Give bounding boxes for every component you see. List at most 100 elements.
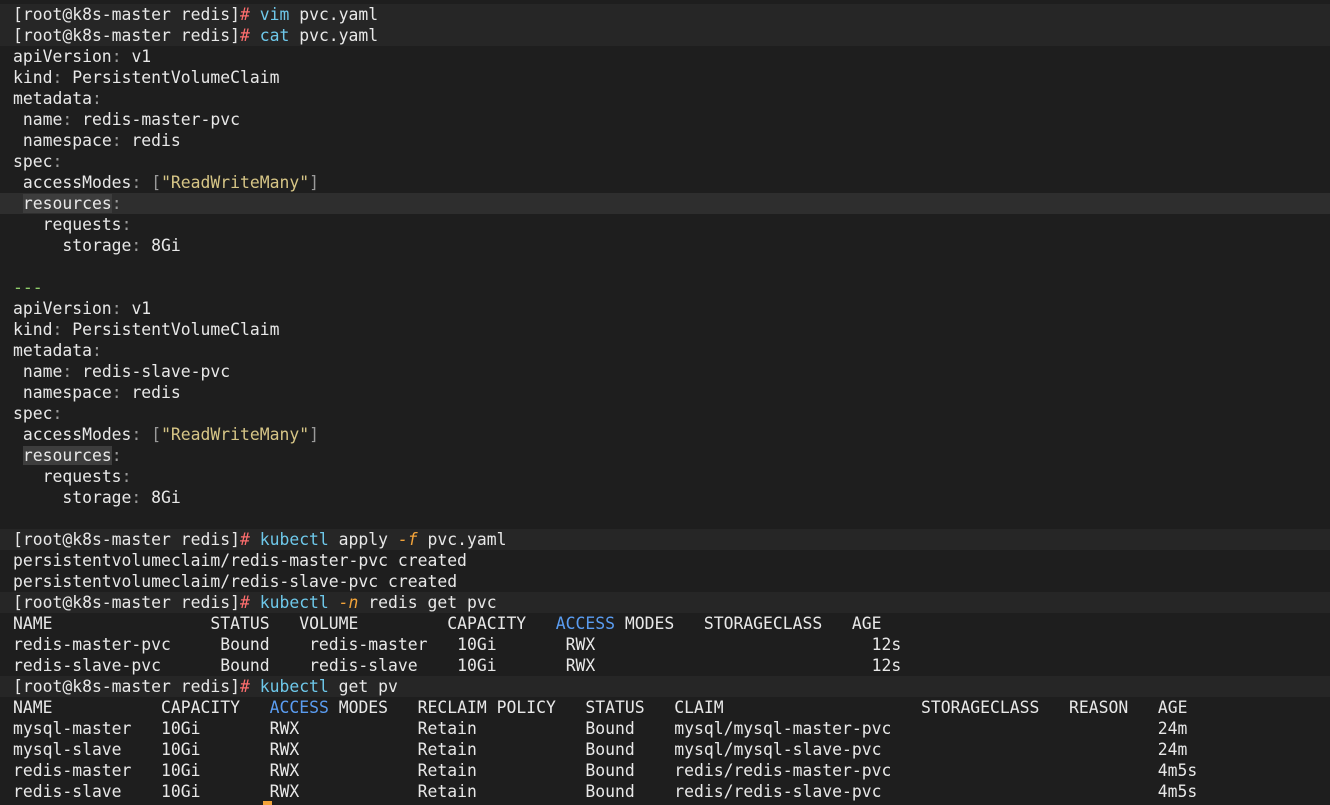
cell-age: 4m5s	[1157, 761, 1198, 780]
yaml-line: name: redis-master-pvc	[22, 110, 240, 129]
cell-reclaim: Retain	[417, 761, 477, 780]
header-status: STATUS	[585, 698, 645, 717]
terminal-window[interactable]: [root@k8s-master redis]# vim pvc.yaml [r…	[0, 0, 1330, 805]
header-modes: MODES	[624, 614, 675, 633]
command-line: [root@k8s-master redis]# kubectl get pv	[0, 676, 1330, 697]
yaml-line: apiVersion: v1	[13, 299, 152, 318]
prompt-hash: #	[239, 677, 250, 696]
command-word: kubectl	[259, 677, 329, 696]
header-modes: MODES	[338, 698, 389, 717]
yaml-key: metadata	[13, 341, 92, 360]
cell-reclaim: Retain	[417, 782, 477, 801]
command-word: vim	[259, 5, 290, 24]
terminal-cursor	[263, 801, 272, 805]
yaml-key: kind	[13, 320, 53, 339]
yaml-line: metadata:	[13, 89, 102, 108]
yaml-line: resources:	[22, 446, 122, 465]
command-arg: pvc.yaml	[427, 530, 507, 549]
cell-modes: RWX	[565, 656, 596, 675]
prompt: [root@k8s-master redis]	[13, 530, 240, 549]
cell-modes: RWX	[269, 761, 300, 780]
yaml-key: namespace	[22, 383, 112, 402]
cell-capacity: 10Gi	[161, 761, 201, 780]
yaml-line: storage: 8Gi	[62, 488, 181, 507]
yaml-key: spec	[13, 404, 53, 423]
cell-claim: redis/redis-slave-pvc	[674, 782, 882, 801]
yaml-line: requests:	[42, 215, 132, 234]
header-capacity: CAPACITY	[447, 614, 527, 633]
table-row: redis-slave-pvc Bound redis-slave 10Gi R…	[0, 655, 1330, 676]
cell-modes: RWX	[269, 740, 300, 759]
prompt: [root@k8s-master redis]	[13, 5, 240, 24]
header-storageclass: STORAGECLASS	[703, 614, 823, 633]
table-row: redis-slave 10Gi RWX Retain Bound redis/…	[0, 781, 1330, 802]
command-arg: pvc.yaml	[299, 5, 379, 24]
cell-reclaim: Retain	[417, 740, 477, 759]
cell-claim: mysql/mysql-master-pvc	[674, 719, 892, 738]
yaml-line: kind: PersistentVolumeClaim	[13, 320, 280, 339]
yaml-value: redis	[131, 383, 181, 402]
cell-status: Bound	[220, 656, 270, 675]
header-access: ACCESS	[269, 698, 329, 717]
yaml-value: redis-master-pvc	[82, 110, 240, 129]
cell-modes: RWX	[269, 782, 300, 801]
yaml-value: PersistentVolumeClaim	[72, 68, 280, 87]
prompt-hash: #	[239, 530, 250, 549]
yaml-line: kind: PersistentVolumeClaim	[13, 68, 280, 87]
table-row: redis-master-pvc Bound redis-master 10Gi…	[0, 634, 1330, 655]
yaml-line: spec:	[13, 404, 63, 423]
yaml-separator: ---	[0, 277, 1330, 298]
yaml-value: redis-slave-pvc	[82, 362, 231, 381]
header-volume: VOLUME	[299, 614, 359, 633]
prompt-hash: #	[239, 5, 250, 24]
yaml-line: name: redis-slave-pvc	[22, 362, 231, 381]
cell-name: mysql-slave	[13, 740, 122, 759]
cell-status: Bound	[585, 782, 635, 801]
prompt: [root@k8s-master redis]	[13, 593, 240, 612]
cell-status: Bound	[585, 740, 635, 759]
cell-status: Bound	[585, 761, 635, 780]
cell-status: Bound	[585, 719, 635, 738]
header-claim: CLAIM	[674, 698, 724, 717]
yaml-value: PersistentVolumeClaim	[72, 320, 280, 339]
yaml-key: accessModes	[22, 173, 132, 192]
pv-table-header: NAME CAPACITY ACCESS MODES RECLAIM POLIC…	[0, 697, 1330, 718]
command-line: [root@k8s-master redis]# kubectl apply -…	[0, 529, 1330, 550]
yaml-value: 8Gi	[151, 236, 181, 255]
yaml-line: requests:	[42, 467, 132, 486]
yaml-key: name	[22, 362, 63, 381]
pvc-table-header: NAME STATUS VOLUME CAPACITY ACCESS MODES…	[0, 613, 1330, 634]
yaml-key: requests	[42, 215, 122, 234]
yaml-line: spec:	[13, 152, 63, 171]
cell-name: mysql-master	[13, 719, 132, 738]
yaml-line: storage: 8Gi	[62, 236, 181, 255]
cell-volume: redis-slave	[309, 656, 418, 675]
table-row: mysql-master 10Gi RWX Retain Bound mysql…	[0, 718, 1330, 739]
cell-capacity: 10Gi	[161, 782, 201, 801]
cell-age: 12s	[871, 656, 902, 675]
yaml-value: redis	[131, 131, 181, 150]
cell-claim: redis/redis-master-pvc	[674, 761, 892, 780]
header-access: ACCESS	[555, 614, 616, 633]
command-arg: get pv	[338, 677, 398, 696]
cell-age: 4m5s	[1157, 782, 1198, 801]
command-arg: pvc.yaml	[299, 26, 379, 45]
yaml-value: v1	[131, 47, 152, 66]
yaml-key: storage	[62, 236, 132, 255]
yaml-line: metadata:	[13, 341, 102, 360]
command-word: cat	[259, 26, 290, 45]
yaml-dashes: ---	[13, 278, 43, 297]
command-sub: apply	[338, 530, 389, 549]
yaml-key: kind	[13, 68, 53, 87]
yaml-value: 8Gi	[151, 488, 181, 507]
command-arg: redis get pvc	[368, 593, 497, 612]
yaml-key: resources	[22, 446, 112, 465]
header-age: AGE	[1157, 698, 1188, 717]
command-line: [root@k8s-master redis]# cat pvc.yaml	[0, 25, 1330, 46]
output-line: persistentvolumeclaim/redis-master-pvc c…	[13, 551, 467, 570]
yaml-line: resources:	[0, 193, 1330, 214]
command-word: kubectl	[259, 530, 329, 549]
command-line: [root@k8s-master redis]# vim pvc.yaml	[0, 4, 1330, 25]
yaml-key: namespace	[22, 131, 112, 150]
yaml-key: apiVersion	[13, 47, 112, 66]
